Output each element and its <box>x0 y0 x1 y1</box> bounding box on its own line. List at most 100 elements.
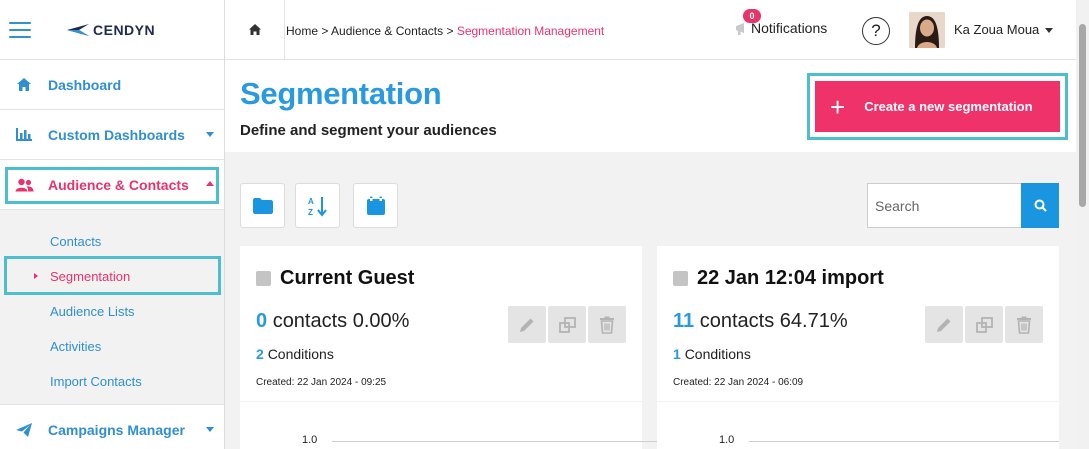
sidebar-item-label: Dashboard <box>48 76 122 93</box>
sidebar-subitem-activities[interactable]: Activities <box>0 329 224 364</box>
sidebar-subitem-contacts[interactable]: Contacts <box>0 224 224 259</box>
page-title: Segmentation <box>240 76 442 111</box>
logo-text: CENDYN <box>93 21 156 38</box>
sidebar: CENDYN Dashboard Custom Dashboards Audie… <box>0 0 225 449</box>
users-icon <box>14 175 34 195</box>
vertical-scrollbar[interactable] <box>1076 0 1089 449</box>
search-icon <box>1034 199 1047 212</box>
scrollbar-thumb[interactable] <box>1079 24 1086 207</box>
duplicate-button[interactable] <box>965 306 1003 343</box>
segment-card-summary: 22 Jan 12:04 import 11 contacts 64.71% 1… <box>657 246 1059 401</box>
notifications-badge: 0 <box>743 9 761 23</box>
contact-count-label: contacts <box>272 310 348 332</box>
brand-bar: CENDYN <box>0 0 224 60</box>
breadcrumb-audience-contacts[interactable]: Audience & Contacts <box>331 24 443 38</box>
highlight-create-button: + Create a new segmentation <box>807 73 1068 140</box>
folder-icon <box>252 197 273 214</box>
search-input[interactable] <box>867 183 1021 228</box>
chevron-down-icon <box>206 132 214 137</box>
segment-created-date: Created: 22 Jan 2024 - 06:09 <box>673 377 804 388</box>
sidebar-item-label: Campaigns Manager <box>48 422 185 438</box>
notifications-button[interactable]: 0 Notifications <box>735 9 828 36</box>
segment-contact-count: 0 contacts 0.00% <box>256 310 409 333</box>
sidebar-item-label: Custom Dashboards <box>48 126 185 143</box>
paper-plane-icon <box>14 420 34 440</box>
chevron-down-icon <box>206 427 214 432</box>
conditions-count[interactable]: 2 <box>256 346 264 362</box>
contact-count-value[interactable]: 0 <box>256 310 267 332</box>
top-bar: Home > Audience & Contacts > Segmentatio… <box>225 0 1089 60</box>
delete-button[interactable] <box>1005 306 1043 343</box>
segment-conditions: 2 Conditions <box>256 346 334 362</box>
chart-gridline <box>749 441 1059 442</box>
segment-card-summary: Current Guest 0 contacts 0.00% 2 Conditi… <box>240 246 642 401</box>
contact-percent: 0.00% <box>352 310 410 332</box>
duplicate-button[interactable] <box>548 306 586 343</box>
sidebar-item-dashboard[interactable]: Dashboard <box>0 60 224 110</box>
breadcrumb-separator: > <box>321 24 329 38</box>
segment-chart: 1.0 <box>240 401 657 449</box>
breadcrumb-current: Segmentation Management <box>456 24 605 38</box>
conditions-label: Conditions <box>684 346 751 362</box>
sidebar-item-campaigns-manager[interactable]: Campaigns Manager <box>0 405 224 449</box>
breadcrumb: Home > Audience & Contacts > Segmentatio… <box>286 24 604 38</box>
bar-chart-icon <box>14 125 34 145</box>
segment-created-date: Created: 22 Jan 2024 - 09:25 <box>256 377 387 388</box>
megaphone-icon <box>736 23 744 35</box>
logo-arrow-icon <box>67 23 89 36</box>
page-header: Segmentation Define and segment your aud… <box>225 60 1076 152</box>
notifications-label: Notifications <box>751 20 828 36</box>
segment-title[interactable]: 22 Jan 12:04 import <box>697 267 884 290</box>
duplicate-icon <box>976 316 993 333</box>
contact-count-value[interactable]: 11 <box>673 310 694 332</box>
sort-az-button[interactable]: A Z <box>295 183 340 228</box>
folder-button[interactable] <box>240 183 285 228</box>
segment-checkbox[interactable] <box>673 271 688 286</box>
chevron-down-icon[interactable] <box>1045 28 1053 33</box>
help-icon[interactable]: ? <box>862 17 890 45</box>
sidebar-subitem-segmentation[interactable]: Segmentation <box>0 259 224 294</box>
home-icon <box>14 75 34 95</box>
create-segmentation-label: Create a new segmentation <box>864 99 1033 114</box>
cendyn-logo[interactable]: CENDYN <box>67 22 155 38</box>
active-bullet-icon <box>34 273 38 279</box>
chart-gridline <box>332 441 657 442</box>
search-button[interactable] <box>1021 183 1059 228</box>
user-name[interactable]: Ka Zoua Moua <box>954 22 1039 37</box>
segment-conditions: 1 Conditions <box>673 346 751 362</box>
page-subtitle: Define and segment your audiences <box>240 122 497 139</box>
svg-text:Z: Z <box>308 208 313 217</box>
segment-card: 22 Jan 12:04 import 11 contacts 64.71% 1… <box>657 246 1059 449</box>
edit-button[interactable] <box>925 306 963 343</box>
pencil-icon <box>937 318 951 332</box>
sidebar-item-label: Audience & Contacts <box>48 176 189 193</box>
create-segmentation-button[interactable]: + Create a new segmentation <box>815 81 1060 132</box>
home-button[interactable] <box>225 0 285 60</box>
conditions-label: Conditions <box>267 346 334 362</box>
pencil-icon <box>520 318 534 332</box>
edit-button[interactable] <box>508 306 546 343</box>
duplicate-icon <box>559 316 576 333</box>
calendar-button[interactable] <box>353 183 398 228</box>
avatar[interactable] <box>909 12 945 48</box>
home-icon <box>248 24 261 35</box>
segment-chart: 1.0 <box>657 401 1059 449</box>
segment-checkbox[interactable] <box>256 271 271 286</box>
segment-contact-count: 11 contacts 64.71% <box>673 310 848 333</box>
hamburger-menu-icon[interactable] <box>9 21 31 38</box>
breadcrumb-home[interactable]: Home <box>286 24 318 38</box>
sidebar-item-audience-contacts[interactable]: Audience & Contacts <box>0 160 224 210</box>
contact-count-label: contacts <box>699 310 775 332</box>
avatar-photo <box>909 12 945 48</box>
conditions-count[interactable]: 1 <box>673 346 681 362</box>
sidebar-subitem-import-contacts[interactable]: Import Contacts <box>0 364 224 399</box>
sidebar-subitem-audience-lists[interactable]: Audience Lists <box>0 294 224 329</box>
svg-text:A: A <box>308 197 314 206</box>
sort-az-icon: A Z <box>308 196 327 217</box>
delete-button[interactable] <box>588 306 626 343</box>
sidebar-subitem-label: Segmentation <box>50 269 131 284</box>
segment-title[interactable]: Current Guest <box>280 267 414 290</box>
chart-y-tick: 1.0 <box>302 434 318 446</box>
segment-card: Current Guest 0 contacts 0.00% 2 Conditi… <box>240 246 657 449</box>
sidebar-item-custom-dashboards[interactable]: Custom Dashboards <box>0 110 224 160</box>
